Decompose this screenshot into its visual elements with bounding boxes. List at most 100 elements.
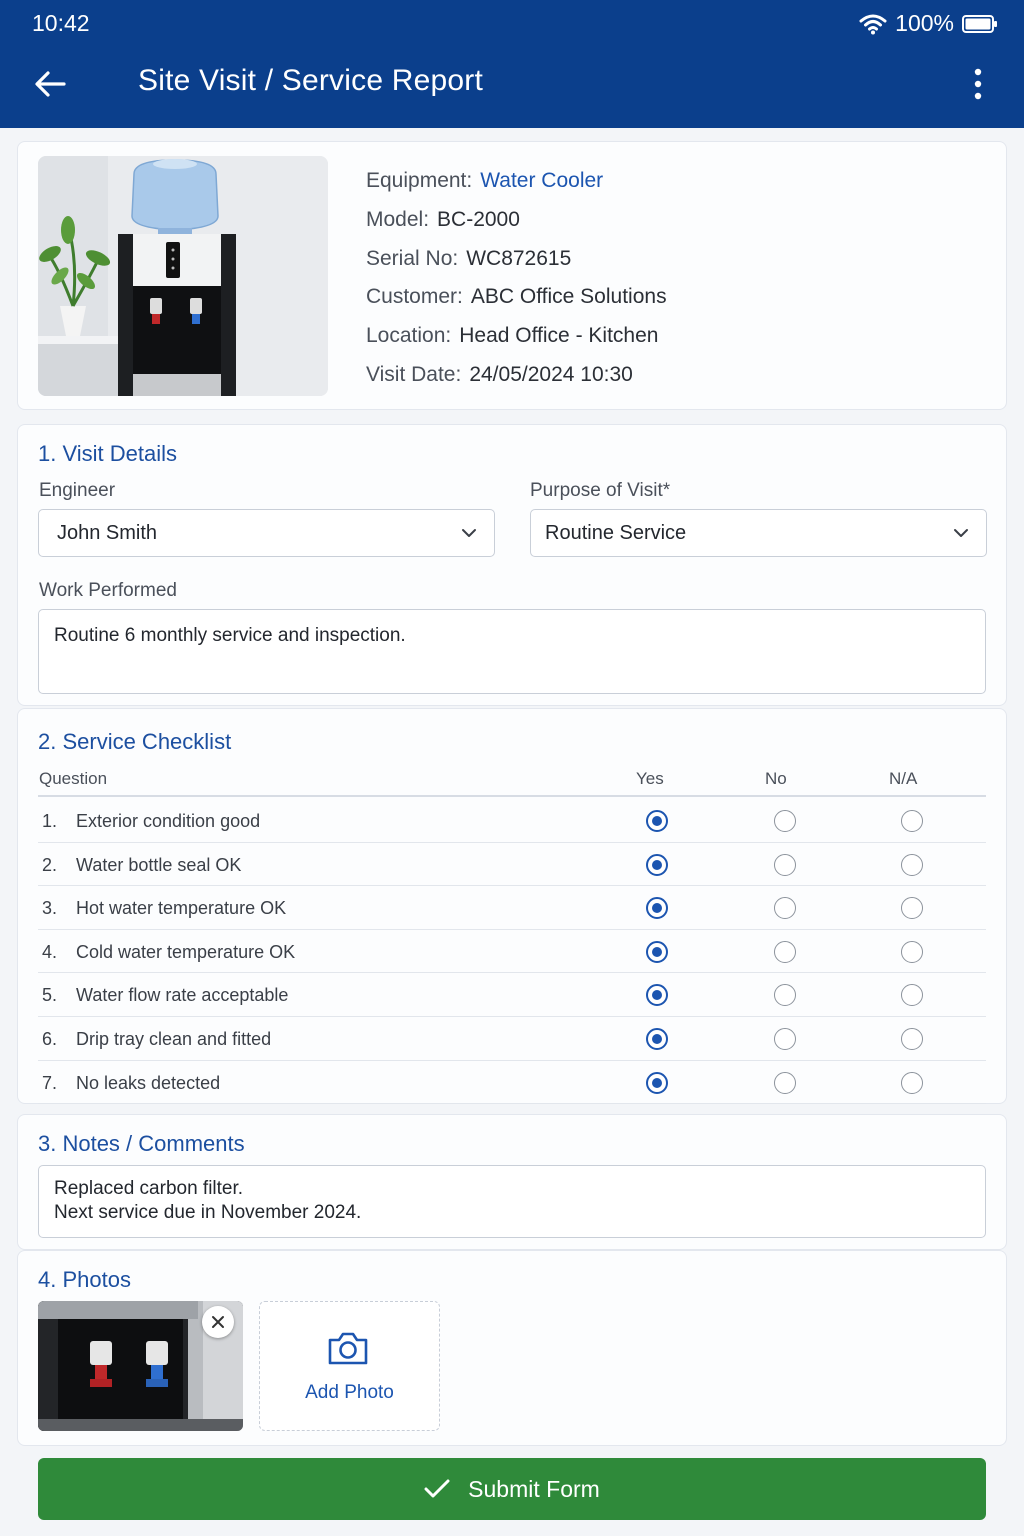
model-row: Model: BC-2000 <box>366 207 520 231</box>
toolbar: Site Visit / Service Report <box>0 50 1024 116</box>
question-text: Drip tray clean and fitted <box>76 1029 272 1049</box>
more-options-button[interactable] <box>966 64 990 104</box>
radio-no[interactable] <box>774 897 796 920</box>
radio-yes[interactable] <box>646 1028 668 1050</box>
engineer-value: John Smith <box>57 522 158 544</box>
radio-na[interactable] <box>901 810 923 832</box>
equipment-row: Equipment: Water Cooler <box>366 169 604 192</box>
location-row: Location: Head Office - Kitchen <box>366 324 659 348</box>
radio-no[interactable] <box>774 1071 796 1094</box>
equipment-photo <box>38 156 328 396</box>
add-photo-label: Add Photo <box>305 1382 394 1403</box>
notes-line: Replaced carbon filter. <box>54 1178 244 1199</box>
add-photo-button[interactable]: Add Photo <box>259 1301 440 1431</box>
customer-row: Customer: ABC Office Solutions <box>366 285 667 309</box>
status-time: 10:42 <box>32 10 90 36</box>
table-row: 7. No leaks detected <box>38 1061 986 1105</box>
question-text: Hot water temperature OK <box>76 898 287 919</box>
purpose-select[interactable]: Routine Service <box>530 509 987 557</box>
section-title-notes: 3. Notes / Comments <box>38 1131 245 1156</box>
row-number: 5. <box>42 985 58 1006</box>
battery-icon <box>962 14 997 33</box>
work-performed-label: Work Performed <box>39 580 177 601</box>
radio-yes[interactable] <box>646 853 668 876</box>
status-bar: 10:42 100% <box>0 0 1024 44</box>
chevron-down-icon <box>462 529 476 537</box>
radio-no[interactable] <box>774 810 796 832</box>
purpose-value: Routine Service <box>545 522 687 544</box>
app-bar: 10:42 100% Site Visit / Service Report <box>0 0 1024 128</box>
header-question: Question <box>39 769 108 788</box>
row-number: 2. <box>42 854 58 875</box>
service-checklist-card: 2. Service Checklist Question Yes No N/A… <box>17 708 1007 1105</box>
section-title-visit-details: 1. Visit Details <box>38 441 177 466</box>
table-row: 6. Drip tray clean and fitted <box>38 1017 986 1061</box>
page-title: Site Visit / Service Report <box>138 64 483 97</box>
submit-button[interactable]: Submit Form <box>38 1458 986 1520</box>
section-title-service-checklist: 2. Service Checklist <box>38 729 232 754</box>
arrow-left-icon <box>35 71 66 97</box>
question-text: Cold water temperature OK <box>76 941 296 962</box>
header-no: No <box>765 769 787 788</box>
header-na: N/A <box>889 769 918 788</box>
check-icon <box>424 1479 450 1498</box>
equipment-info: Equipment: Water Cooler Model: BC-2000 Ser… <box>366 162 667 395</box>
visit-date-row: Visit Date: 24/05/2024 10:30 <box>366 362 633 386</box>
battery-percent: 100% <box>895 10 954 36</box>
radio-na[interactable] <box>901 940 923 963</box>
serial-row: Serial No: WC872615 <box>366 246 572 270</box>
row-number: 4. <box>42 941 58 962</box>
purpose-label: Purpose of Visit* <box>530 480 671 501</box>
radio-na[interactable] <box>901 984 923 1007</box>
table-row: 5. Water flow rate acceptable <box>38 973 986 1017</box>
radio-no[interactable] <box>774 940 796 963</box>
notes-card: 3. Notes / Comments Replaced carbon filt… <box>17 1114 1007 1250</box>
checklist-header: Question Yes No N/A <box>38 767 986 797</box>
equipment-card: Equipment: Water Cooler Model: BC-2000 Ser… <box>17 141 1007 410</box>
submit-label: Submit Form <box>468 1475 600 1502</box>
row-number: 7. <box>42 1072 58 1093</box>
table-row: 4. Cold water temperature OK <box>38 930 986 974</box>
wifi-icon <box>859 14 887 34</box>
row-number: 3. <box>42 898 58 919</box>
radio-yes[interactable] <box>646 940 668 963</box>
camera-icon <box>328 1332 368 1365</box>
radio-no[interactable] <box>774 853 796 876</box>
radio-na[interactable] <box>901 1028 923 1050</box>
table-row: 1. Exterior condition good <box>38 799 986 843</box>
table-row: 3. Hot water temperature OK <box>38 886 986 930</box>
back-button[interactable] <box>30 64 70 104</box>
header-yes: Yes <box>636 769 664 788</box>
radio-no[interactable] <box>774 984 796 1007</box>
question-text: Water bottle seal OK <box>76 854 242 875</box>
table-row: 2. Water bottle seal OK <box>38 843 986 887</box>
radio-na[interactable] <box>901 897 923 920</box>
remove-photo-button[interactable] <box>202 1306 234 1338</box>
question-text: Water flow rate acceptable <box>76 985 289 1006</box>
engineer-label: Engineer <box>39 480 116 501</box>
row-number: 6. <box>42 1029 58 1049</box>
radio-yes[interactable] <box>646 810 668 832</box>
more-vertical-icon <box>974 68 982 100</box>
notes-field[interactable]: Replaced carbon filter. Next service due… <box>38 1165 986 1238</box>
radio-na[interactable] <box>901 1071 923 1094</box>
visit-details-card: 1. Visit Details Engineer John Smith Pur… <box>17 424 1007 706</box>
radio-yes[interactable] <box>646 984 668 1007</box>
section-title-photos: 4. Photos <box>38 1267 131 1292</box>
water-cooler-image <box>38 156 328 396</box>
notes-line: Next service due in November 2024. <box>54 1202 362 1223</box>
row-number: 1. <box>42 811 58 831</box>
radio-yes[interactable] <box>646 897 668 920</box>
question-text: No leaks detected <box>76 1072 221 1093</box>
question-text: Exterior condition good <box>76 811 261 831</box>
status-right: 100% <box>859 10 998 37</box>
radio-yes[interactable] <box>646 1071 668 1094</box>
engineer-select[interactable]: John Smith <box>38 509 495 557</box>
photos-card: 4. Photos Add Photo <box>17 1250 1007 1446</box>
radio-na[interactable] <box>901 853 923 876</box>
close-icon <box>212 1316 224 1328</box>
chevron-down-icon <box>954 529 968 537</box>
work-performed-field[interactable]: Routine 6 monthly service and inspection… <box>38 609 986 694</box>
radio-no[interactable] <box>774 1028 796 1050</box>
equipment-link[interactable]: Water Cooler <box>480 169 603 192</box>
